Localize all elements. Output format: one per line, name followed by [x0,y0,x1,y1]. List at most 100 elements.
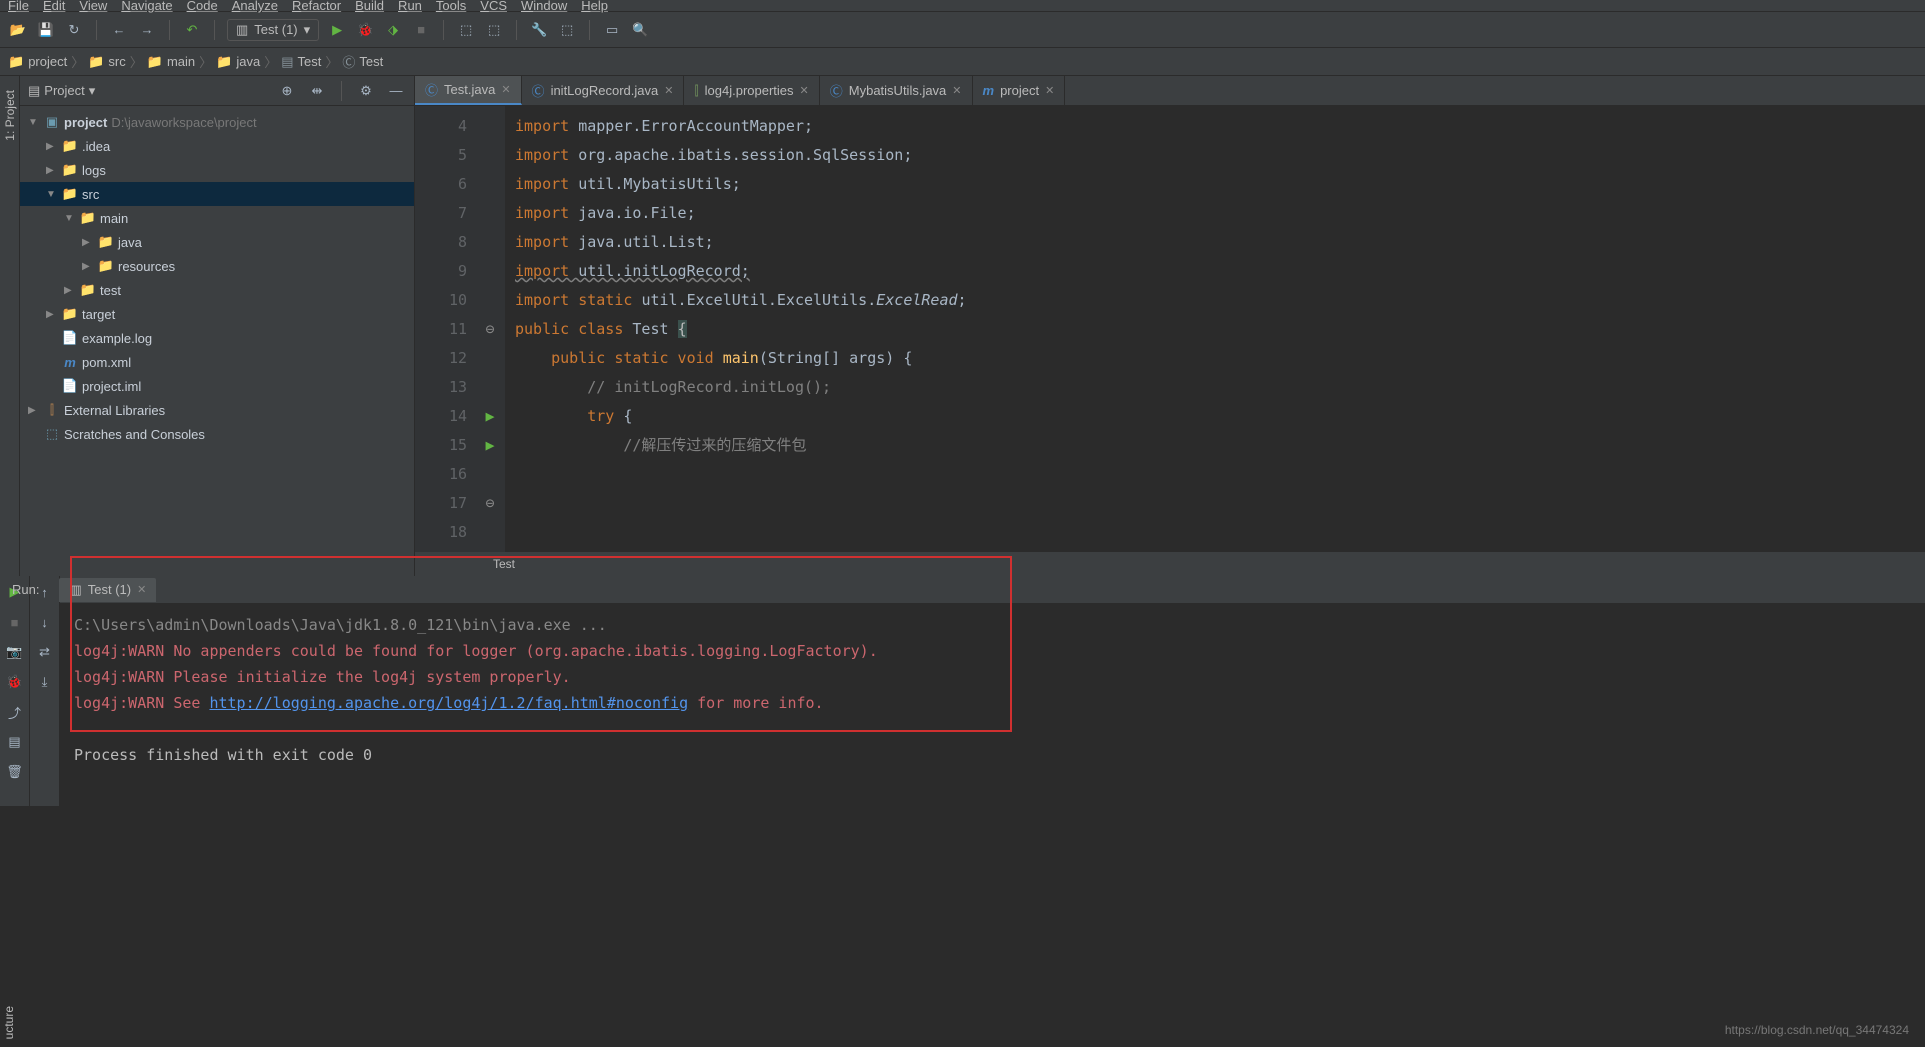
panel-icon: ▤ [28,83,40,99]
run-label: Run: [12,582,39,597]
run-config-dropdown[interactable]: ▥ Test (1) ▾ [227,19,319,41]
locate-icon[interactable]: ⊕ [277,81,297,101]
structure-icon[interactable]: ⬚ [557,20,577,40]
watermark: https://blog.csdn.net/qq_34474324 [1725,1023,1909,1037]
close-icon[interactable]: ✕ [664,84,673,97]
refresh-icon[interactable]: ↻ [64,20,84,40]
tree-item[interactable]: ▶⫿External Libraries [20,398,414,422]
breadcrumb-item[interactable]: Ⓒ Test [342,52,383,71]
breadcrumb-item[interactable]: 📁 project [8,54,67,70]
menu-build[interactable]: Build [355,0,384,13]
close-icon[interactable]: ✕ [952,84,961,97]
console-link[interactable]: http://logging.apache.org/log4j/1.2/faq.… [209,694,688,712]
forward-icon[interactable]: → [137,20,157,40]
avd-icon[interactable]: ▭ [602,20,622,40]
chevron-down-icon[interactable]: ▾ [89,83,96,99]
menu-run[interactable]: Run [398,0,422,13]
undo-arrow-icon[interactable]: ↶ [182,20,202,40]
project-tree[interactable]: ▼▣project D:\javaworkspace\project▶📁.ide… [20,106,414,576]
tree-item[interactable]: ⬚Scratches and Consoles [20,422,414,446]
hide-icon[interactable]: — [386,81,406,101]
project-panel: ▤ Project ▾ ⊕ ⇹ ⚙ — ▼▣project D:\javawor… [20,76,415,576]
collapse-icon[interactable]: ⇹ [307,81,327,101]
run-tab-label: Test (1) [88,582,131,597]
menu-analyze[interactable]: Analyze [232,0,278,13]
menu-vcs[interactable]: VCS [480,0,507,13]
editor-body[interactable]: 456789101112131415161718 ⊖ ▶▶ ⊖ import m… [415,106,1925,552]
exit-icon[interactable]: ⤴ [5,702,25,722]
back-icon[interactable]: ← [109,20,129,40]
tree-item[interactable]: ▼▣project D:\javaworkspace\project [20,110,414,134]
tree-item[interactable]: ▶📁target [20,302,414,326]
side-tab-project[interactable]: 1: Project [1,84,19,147]
search-icon[interactable]: 🔍 [630,20,650,40]
editor-tab[interactable]: ⒸMybatisUtils.java✕ [820,76,973,105]
menu-view[interactable]: View [79,0,107,13]
stack-icon: ▥ [69,582,81,598]
debug-icon[interactable]: 🐞 [355,20,375,40]
tree-item[interactable]: mpom.xml [20,350,414,374]
console-output[interactable]: C:\Users\admin\Downloads\Java\jdk1.8.0_1… [60,604,1925,806]
editor-area: ⒸTest.java✕ⒸinitLogRecord.java✕⫿log4j.pr… [415,76,1925,576]
toolbar: 📂 💾 ↻ ← → ↶ ▥ Test (1) ▾ ▶ 🐞 ⬗ ■ ⬚ ⬚ 🔧 ⬚… [0,12,1925,48]
breadcrumb-item[interactable]: 📁 src [88,54,126,70]
open-icon[interactable]: 📂 [8,20,28,40]
close-icon[interactable]: ✕ [1045,84,1054,97]
menu-help[interactable]: Help [581,0,608,13]
gear-icon[interactable]: ⚙ [356,81,376,101]
run-side-actions: ▶ ■ 📷 🐞 ⤴ ▤ 🗑 [0,576,30,806]
tree-item[interactable]: ▼📁main [20,206,414,230]
run-config-label: Test (1) [254,22,297,37]
menu-edit[interactable]: Edit [43,0,65,13]
tree-item[interactable]: ▶📁.idea [20,134,414,158]
editor-tab[interactable]: ⫿log4j.properties✕ [684,76,819,105]
code-area[interactable]: import mapper.ErrorAccountMapper;import … [505,106,1925,552]
wrap-icon[interactable]: ⇄ [35,642,55,662]
scroll-icon[interactable]: ⤓ [35,672,55,692]
stop-run-icon[interactable]: ■ [5,612,25,632]
stop-icon[interactable]: ■ [411,20,431,40]
coverage-icon[interactable]: ⬗ [383,20,403,40]
attach-icon[interactable]: ⬚ [484,20,504,40]
run-icon[interactable]: ▶ [327,20,347,40]
editor-tab[interactable]: ⒸinitLogRecord.java✕ [522,76,685,105]
tree-item[interactable]: 📄project.iml [20,374,414,398]
menu-file[interactable]: File [8,0,29,13]
tree-item[interactable]: ▶📁test [20,278,414,302]
side-tab-structure[interactable]: ucture [2,1006,16,1039]
run-tab[interactable]: ▥ Test (1) ✕ [59,578,156,602]
tree-item[interactable]: ▶📁logs [20,158,414,182]
tree-item[interactable]: ▶📁resources [20,254,414,278]
menu-refactor[interactable]: Refactor [292,0,341,13]
dump-icon[interactable]: 📷 [5,642,25,662]
profiler-icon[interactable]: ⬚ [456,20,476,40]
menu-window[interactable]: Window [521,0,567,13]
editor-tab[interactable]: mproject✕ [973,76,1066,105]
close-icon[interactable]: ✕ [137,583,146,596]
settings-icon[interactable]: 🔧 [529,20,549,40]
editor-tab[interactable]: ⒸTest.java✕ [415,76,522,105]
menu-code[interactable]: Code [187,0,218,13]
tree-item[interactable]: ▶📁java [20,230,414,254]
tree-item[interactable]: 📄example.log [20,326,414,350]
line-gutter: 456789101112131415161718 [415,106,475,552]
tree-item[interactable]: ▼📁src [20,182,414,206]
breadcrumb-item[interactable]: 📁 java [216,54,260,70]
close-icon[interactable]: ✕ [501,83,510,96]
layout-icon[interactable]: ▤ [5,732,25,752]
debug-run-icon[interactable]: 🐞 [5,672,25,692]
stack-icon: ▥ [236,22,248,38]
breadcrumb-item[interactable]: ▤ Test [281,54,321,70]
down-icon[interactable]: ↓ [35,612,55,632]
side-tab-bar: 1: Project [0,76,20,576]
editor-crumb: Test [415,552,1925,576]
editor-crumb-label: Test [493,557,515,571]
breadcrumb-item[interactable]: 📁 main [147,54,195,70]
gutter-icons: ⊖ ▶▶ ⊖ [475,106,505,552]
close-icon[interactable]: ✕ [800,84,809,97]
menu-navigate[interactable]: Navigate [121,0,172,13]
chevron-down-icon: ▾ [304,22,311,38]
trash-icon[interactable]: 🗑 [5,762,25,782]
save-icon[interactable]: 💾 [36,20,56,40]
menu-tools[interactable]: Tools [436,0,466,13]
